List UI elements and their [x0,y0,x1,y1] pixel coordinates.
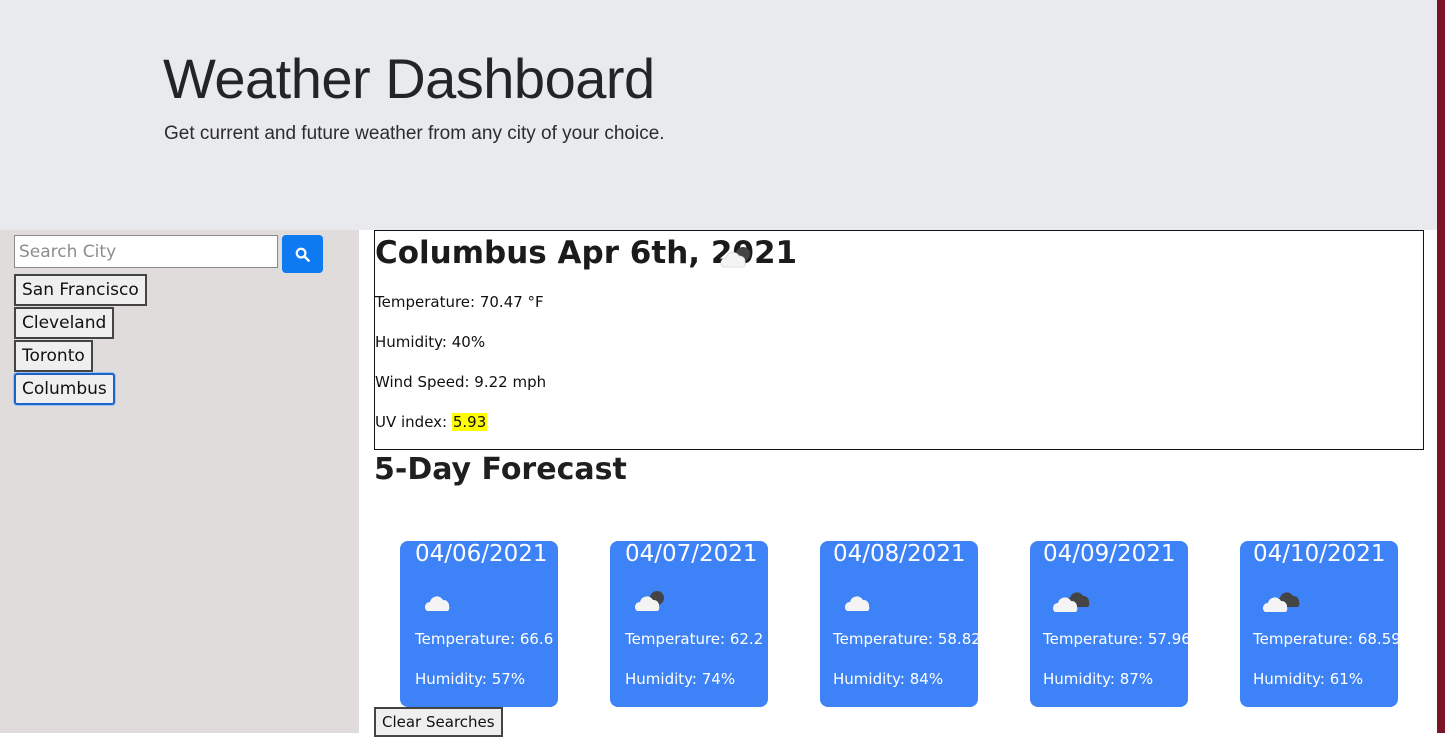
forecast-card: 04/06/2021 Temperature: 66.6 Humidity: 5… [400,541,558,707]
current-uv-line: UV index: 5.93 [375,413,488,431]
broken-clouds-icon [1052,589,1092,619]
current-humidity: Humidity: 40% [375,333,486,351]
forecast-card: 04/10/2021 Temperature: 68.59 Humidity: … [1240,541,1401,707]
forecast-card: 04/08/2021 Temperature: 58.82 Humidity: … [820,541,981,707]
forecast-humidity: Humidity: 74% [625,670,736,688]
history-button-toronto[interactable]: Toronto [14,340,93,372]
current-wind-speed: Wind Speed: 9.22 mph [375,373,547,391]
cloud-icon [422,589,458,619]
forecast-title: 5-Day Forecast [374,452,627,487]
current-temperature: Temperature: 70.47 °F [375,293,544,311]
search-icon [295,247,310,262]
search-input[interactable] [14,235,278,268]
history-button-san-francisco[interactable]: San Francisco [14,274,147,306]
forecast-humidity: Humidity: 84% [833,670,944,688]
forecast-date: 04/06/2021 [415,541,548,567]
search-button[interactable] [282,235,323,273]
forecast-card: 04/09/2021 Temperature: 57.96 Humidity: … [1030,541,1191,707]
history-button-columbus[interactable]: Columbus [14,373,115,405]
cloud-icon [842,589,878,619]
header-jumbotron: Weather Dashboard Get current and future… [0,0,1437,230]
forecast-temperature: Temperature: 57.96 [1043,630,1191,648]
current-weather-panel: Columbus Apr 6th, 2021 Temperature: 70.4… [374,230,1424,450]
page-subtitle: Get current and future weather from any … [164,123,665,144]
forecast-date: 04/07/2021 [625,541,758,567]
forecast-humidity: Humidity: 61% [1253,670,1364,688]
forecast-temperature: Temperature: 68.59 [1253,630,1401,648]
forecast-date: 04/08/2021 [833,541,966,567]
forecast-humidity: Humidity: 57% [415,670,526,688]
broken-clouds-icon [1262,589,1302,619]
forecast-card: 04/07/2021 Temperature: 62.2 Humidity: 7… [610,541,768,707]
forecast-humidity: Humidity: 87% [1043,670,1154,688]
forecast-temperature: Temperature: 62.2 [625,630,764,648]
history-button-cleveland[interactable]: Cleveland [14,307,115,339]
forecast-temperature: Temperature: 58.82 [833,630,981,648]
forecast-date: 04/10/2021 [1253,541,1386,567]
forecast-temperature: Temperature: 66.6 [415,630,554,648]
uv-label: UV index: [375,413,452,431]
page-title: Weather Dashboard [163,47,655,110]
partly-cloudy-night-icon [718,243,754,275]
uv-index-badge: 5.93 [451,413,488,431]
forecast-date: 04/09/2021 [1043,541,1176,567]
partly-cloudy-night-icon [632,589,668,619]
window-edge [1437,0,1445,733]
